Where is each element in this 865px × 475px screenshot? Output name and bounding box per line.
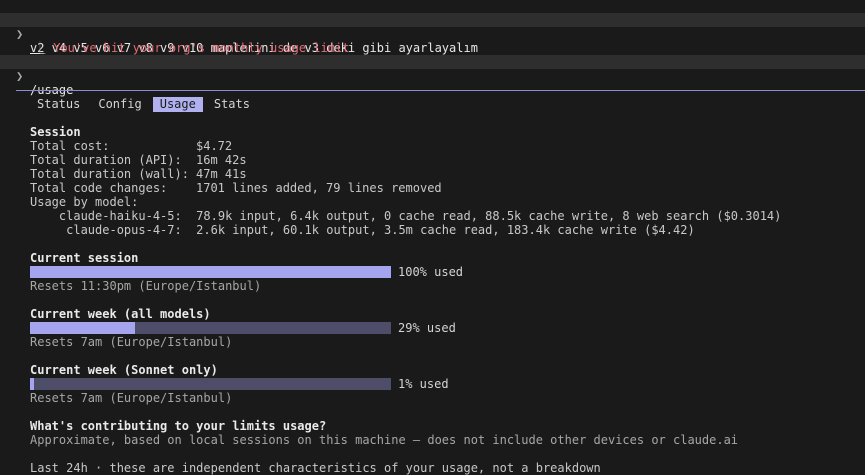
reset-text: Resets 7am (Europe/Istanbul) — [30, 391, 233, 405]
error-line: ⎿ You've hit your org's monthly usage li… — [0, 27, 865, 55]
tab-bar: Status Config Usage Stats — [30, 97, 261, 112]
stat-row: Total cost: $4.72 — [30, 139, 233, 153]
usage-percent: 1% used — [398, 377, 449, 391]
prompt-line-1: ❯ v2 v4 v5 v6 v7 v8 v9 v10 maplerini de … — [0, 13, 865, 55]
usage-percent: 29% used — [398, 321, 456, 335]
tab-stats[interactable]: Stats — [207, 97, 257, 112]
session-heading: Session — [30, 125, 81, 139]
contrib-note: Approximate, based on local sessions on … — [30, 433, 739, 447]
tab-usage[interactable]: Usage — [152, 97, 203, 112]
limit-title: Current week (Sonnet only) — [30, 363, 218, 377]
reset-text: Resets 11:30pm (Europe/Istanbul) — [30, 279, 262, 293]
contrib-heading: What's contributing to your limits usage… — [30, 419, 327, 433]
stat-row: Total duration (API): 16m 42s — [30, 153, 247, 167]
model-row: claude-opus-4-7: 2.6k input, 60.1k outpu… — [30, 223, 695, 237]
usage-progress-bar — [30, 322, 391, 334]
usage-progress-bar — [30, 378, 391, 390]
usage-progress-bar — [30, 266, 391, 278]
reset-text: Resets 7am (Europe/Istanbul) — [30, 335, 233, 349]
tab-config[interactable]: Config — [91, 97, 148, 112]
progress-fill — [30, 266, 391, 278]
usage-percent: 100% used — [398, 265, 464, 279]
contrib-cutoff-line: Last 24h · these are independent charact… — [30, 461, 601, 475]
error-message: You've hit your org's monthly usage limi… — [53, 41, 350, 55]
limit-title: Current session — [30, 251, 139, 265]
progress-fill — [30, 322, 135, 334]
stat-row: Total duration (wall): 47m 41s — [30, 167, 247, 181]
progress-fill — [30, 378, 34, 390]
prompt-chevron-icon: ❯ — [16, 69, 24, 83]
panel-divider — [16, 90, 865, 91]
usage-by-model-label: Usage by model: — [30, 195, 139, 209]
model-row: claude-haiku-4-5: 78.9k input, 6.4k outp… — [30, 209, 782, 223]
branch-icon: ⎿ — [34, 41, 54, 55]
prompt-line-2: ❯ /usage — [0, 55, 865, 97]
stat-row: Total code changes: 1701 lines added, 79 … — [30, 181, 442, 195]
limit-title: Current week (all models) — [30, 307, 211, 321]
tab-status[interactable]: Status — [30, 97, 87, 112]
